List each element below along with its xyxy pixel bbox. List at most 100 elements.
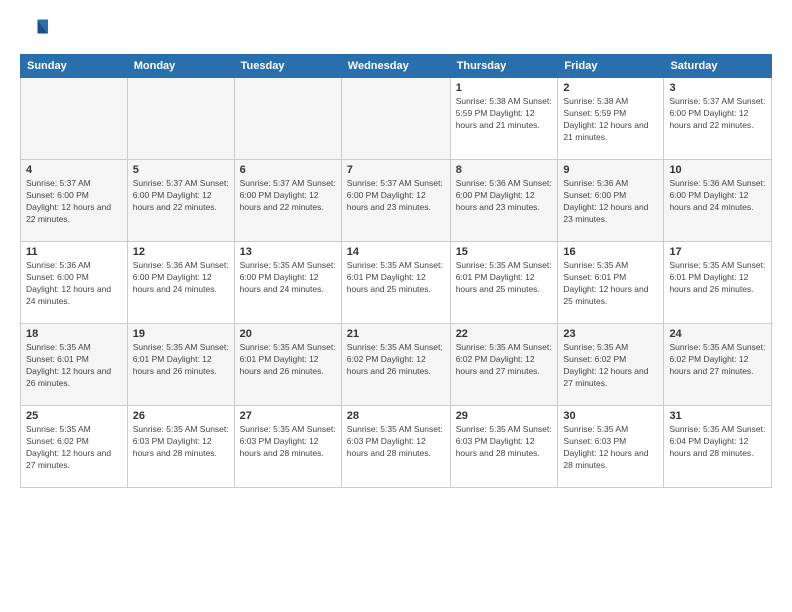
- day-info: Sunrise: 5:36 AM Sunset: 6:00 PM Dayligh…: [563, 178, 658, 226]
- calendar-cell: 5 Sunrise: 5:37 AM Sunset: 6:00 PM Daylig…: [127, 160, 234, 242]
- calendar-cell: 1 Sunrise: 5:38 AM Sunset: 5:59 PM Daylig…: [450, 78, 558, 160]
- day-header-tuesday: Tuesday: [234, 55, 341, 78]
- day-header-sunday: Sunday: [21, 55, 128, 78]
- day-info: Sunrise: 5:37 AM Sunset: 6:00 PM Dayligh…: [669, 96, 766, 132]
- day-number: 17: [669, 246, 766, 258]
- day-info: Sunrise: 5:36 AM Sunset: 6:00 PM Dayligh…: [26, 260, 122, 308]
- day-info: Sunrise: 5:37 AM Sunset: 6:00 PM Dayligh…: [133, 178, 229, 214]
- calendar-cell: 9 Sunrise: 5:36 AM Sunset: 6:00 PM Daylig…: [558, 160, 664, 242]
- calendar-week-4: 25 Sunrise: 5:35 AM Sunset: 6:02 PM Dayli…: [21, 406, 772, 488]
- day-info: Sunrise: 5:35 AM Sunset: 6:03 PM Dayligh…: [133, 424, 229, 460]
- calendar-table: SundayMondayTuesdayWednesdayThursdayFrid…: [20, 54, 772, 488]
- calendar-cell: 13 Sunrise: 5:35 AM Sunset: 6:00 PM Dayli…: [234, 242, 341, 324]
- day-number: 16: [563, 246, 658, 258]
- day-number: 4: [26, 164, 122, 176]
- calendar-cell: 17 Sunrise: 5:35 AM Sunset: 6:01 PM Dayli…: [664, 242, 772, 324]
- day-number: 24: [669, 328, 766, 340]
- day-number: 31: [669, 410, 766, 422]
- calendar-cell: 8Sunrise: 5:36 AM Sunset: 6:00 PM Daylig…: [450, 160, 558, 242]
- day-number: 12: [133, 246, 229, 258]
- day-info: Sunrise: 5:35 AM Sunset: 6:03 PM Dayligh…: [347, 424, 445, 460]
- calendar-cell: 29 Sunrise: 5:35 AM Sunset: 6:03 PM Dayli…: [450, 406, 558, 488]
- day-number: 10: [669, 164, 766, 176]
- calendar-cell: 30 Sunrise: 5:35 AM Sunset: 6:03 PM Dayli…: [558, 406, 664, 488]
- calendar-week-0: 1 Sunrise: 5:38 AM Sunset: 5:59 PM Daylig…: [21, 78, 772, 160]
- page: SundayMondayTuesdayWednesdayThursdayFrid…: [0, 0, 792, 612]
- day-info: Sunrise: 5:37 AM Sunset: 6:00 PM Dayligh…: [347, 178, 445, 214]
- day-info: Sunrise: 5:36 AM Sunset: 6:00 PM Dayligh…: [133, 260, 229, 296]
- day-info: Sunrise: 5:35 AM Sunset: 6:01 PM Dayligh…: [563, 260, 658, 308]
- day-info: Sunrise: 5:35 AM Sunset: 6:01 PM Dayligh…: [26, 342, 122, 390]
- calendar-cell: [127, 78, 234, 160]
- day-number: 20: [240, 328, 336, 340]
- day-number: 29: [456, 410, 553, 422]
- calendar-cell: 23 Sunrise: 5:35 AM Sunset: 6:02 PM Dayli…: [558, 324, 664, 406]
- day-info: Sunrise: 5:38 AM Sunset: 5:59 PM Dayligh…: [456, 96, 553, 132]
- calendar-cell: 14 Sunrise: 5:35 AM Sunset: 6:01 PM Dayli…: [341, 242, 450, 324]
- calendar-week-3: 18 Sunrise: 5:35 AM Sunset: 6:01 PM Dayli…: [21, 324, 772, 406]
- calendar-cell: 31Sunrise: 5:35 AM Sunset: 6:04 PM Dayli…: [664, 406, 772, 488]
- day-number: 1: [456, 82, 553, 94]
- day-number: 22: [456, 328, 553, 340]
- calendar-cell: 3 Sunrise: 5:37 AM Sunset: 6:00 PM Daylig…: [664, 78, 772, 160]
- calendar-cell: 25 Sunrise: 5:35 AM Sunset: 6:02 PM Dayli…: [21, 406, 128, 488]
- day-number: 23: [563, 328, 658, 340]
- calendar-cell: 22Sunrise: 5:35 AM Sunset: 6:02 PM Dayli…: [450, 324, 558, 406]
- calendar-cell: 20 Sunrise: 5:35 AM Sunset: 6:01 PM Dayli…: [234, 324, 341, 406]
- day-number: 25: [26, 410, 122, 422]
- day-info: Sunrise: 5:35 AM Sunset: 6:03 PM Dayligh…: [563, 424, 658, 472]
- day-info: Sunrise: 5:37 AM Sunset: 6:00 PM Dayligh…: [26, 178, 122, 226]
- day-number: 3: [669, 82, 766, 94]
- day-number: 6: [240, 164, 336, 176]
- day-info: Sunrise: 5:35 AM Sunset: 6:02 PM Dayligh…: [26, 424, 122, 472]
- logo-icon: [20, 16, 48, 44]
- day-header-wednesday: Wednesday: [341, 55, 450, 78]
- day-number: 30: [563, 410, 658, 422]
- day-info: Sunrise: 5:35 AM Sunset: 6:01 PM Dayligh…: [669, 260, 766, 296]
- day-info: Sunrise: 5:35 AM Sunset: 6:02 PM Dayligh…: [563, 342, 658, 390]
- day-info: Sunrise: 5:35 AM Sunset: 6:01 PM Dayligh…: [347, 260, 445, 296]
- day-number: 5: [133, 164, 229, 176]
- day-info: Sunrise: 5:36 AM Sunset: 6:00 PM Dayligh…: [456, 178, 553, 214]
- calendar-cell: 24 Sunrise: 5:35 AM Sunset: 6:02 PM Dayli…: [664, 324, 772, 406]
- day-number: 18: [26, 328, 122, 340]
- day-number: 7: [347, 164, 445, 176]
- day-number: 27: [240, 410, 336, 422]
- logo: [20, 16, 52, 44]
- calendar-cell: 19Sunrise: 5:35 AM Sunset: 6:01 PM Dayli…: [127, 324, 234, 406]
- calendar-cell: 27 Sunrise: 5:35 AM Sunset: 6:03 PM Dayli…: [234, 406, 341, 488]
- calendar-cell: 16 Sunrise: 5:35 AM Sunset: 6:01 PM Dayli…: [558, 242, 664, 324]
- header: [20, 16, 772, 44]
- calendar-week-1: 4 Sunrise: 5:37 AM Sunset: 6:00 PM Daylig…: [21, 160, 772, 242]
- day-info: Sunrise: 5:35 AM Sunset: 6:01 PM Dayligh…: [240, 342, 336, 378]
- day-header-friday: Friday: [558, 55, 664, 78]
- day-info: Sunrise: 5:37 AM Sunset: 6:00 PM Dayligh…: [240, 178, 336, 214]
- calendar-cell: 4 Sunrise: 5:37 AM Sunset: 6:00 PM Daylig…: [21, 160, 128, 242]
- calendar-week-2: 11 Sunrise: 5:36 AM Sunset: 6:00 PM Dayli…: [21, 242, 772, 324]
- day-info: Sunrise: 5:35 AM Sunset: 6:00 PM Dayligh…: [240, 260, 336, 296]
- calendar-cell: 6 Sunrise: 5:37 AM Sunset: 6:00 PM Daylig…: [234, 160, 341, 242]
- calendar-header-row: SundayMondayTuesdayWednesdayThursdayFrid…: [21, 55, 772, 78]
- calendar-cell: [21, 78, 128, 160]
- day-info: Sunrise: 5:35 AM Sunset: 6:03 PM Dayligh…: [240, 424, 336, 460]
- day-info: Sunrise: 5:35 AM Sunset: 6:03 PM Dayligh…: [456, 424, 553, 460]
- day-number: 13: [240, 246, 336, 258]
- day-number: 15: [456, 246, 553, 258]
- day-number: 11: [26, 246, 122, 258]
- day-info: Sunrise: 5:35 AM Sunset: 6:02 PM Dayligh…: [669, 342, 766, 378]
- calendar-cell: [234, 78, 341, 160]
- day-info: Sunrise: 5:35 AM Sunset: 6:02 PM Dayligh…: [347, 342, 445, 378]
- day-info: Sunrise: 5:35 AM Sunset: 6:01 PM Dayligh…: [456, 260, 553, 296]
- day-number: 14: [347, 246, 445, 258]
- calendar-cell: 2Sunrise: 5:38 AM Sunset: 5:59 PM Daylig…: [558, 78, 664, 160]
- calendar-cell: 28 Sunrise: 5:35 AM Sunset: 6:03 PM Dayli…: [341, 406, 450, 488]
- day-header-saturday: Saturday: [664, 55, 772, 78]
- day-number: 9: [563, 164, 658, 176]
- day-number: 19: [133, 328, 229, 340]
- day-info: Sunrise: 5:36 AM Sunset: 6:00 PM Dayligh…: [669, 178, 766, 214]
- day-number: 28: [347, 410, 445, 422]
- day-header-monday: Monday: [127, 55, 234, 78]
- day-info: Sunrise: 5:38 AM Sunset: 5:59 PM Dayligh…: [563, 96, 658, 144]
- calendar-cell: [341, 78, 450, 160]
- calendar-cell: 10 Sunrise: 5:36 AM Sunset: 6:00 PM Dayli…: [664, 160, 772, 242]
